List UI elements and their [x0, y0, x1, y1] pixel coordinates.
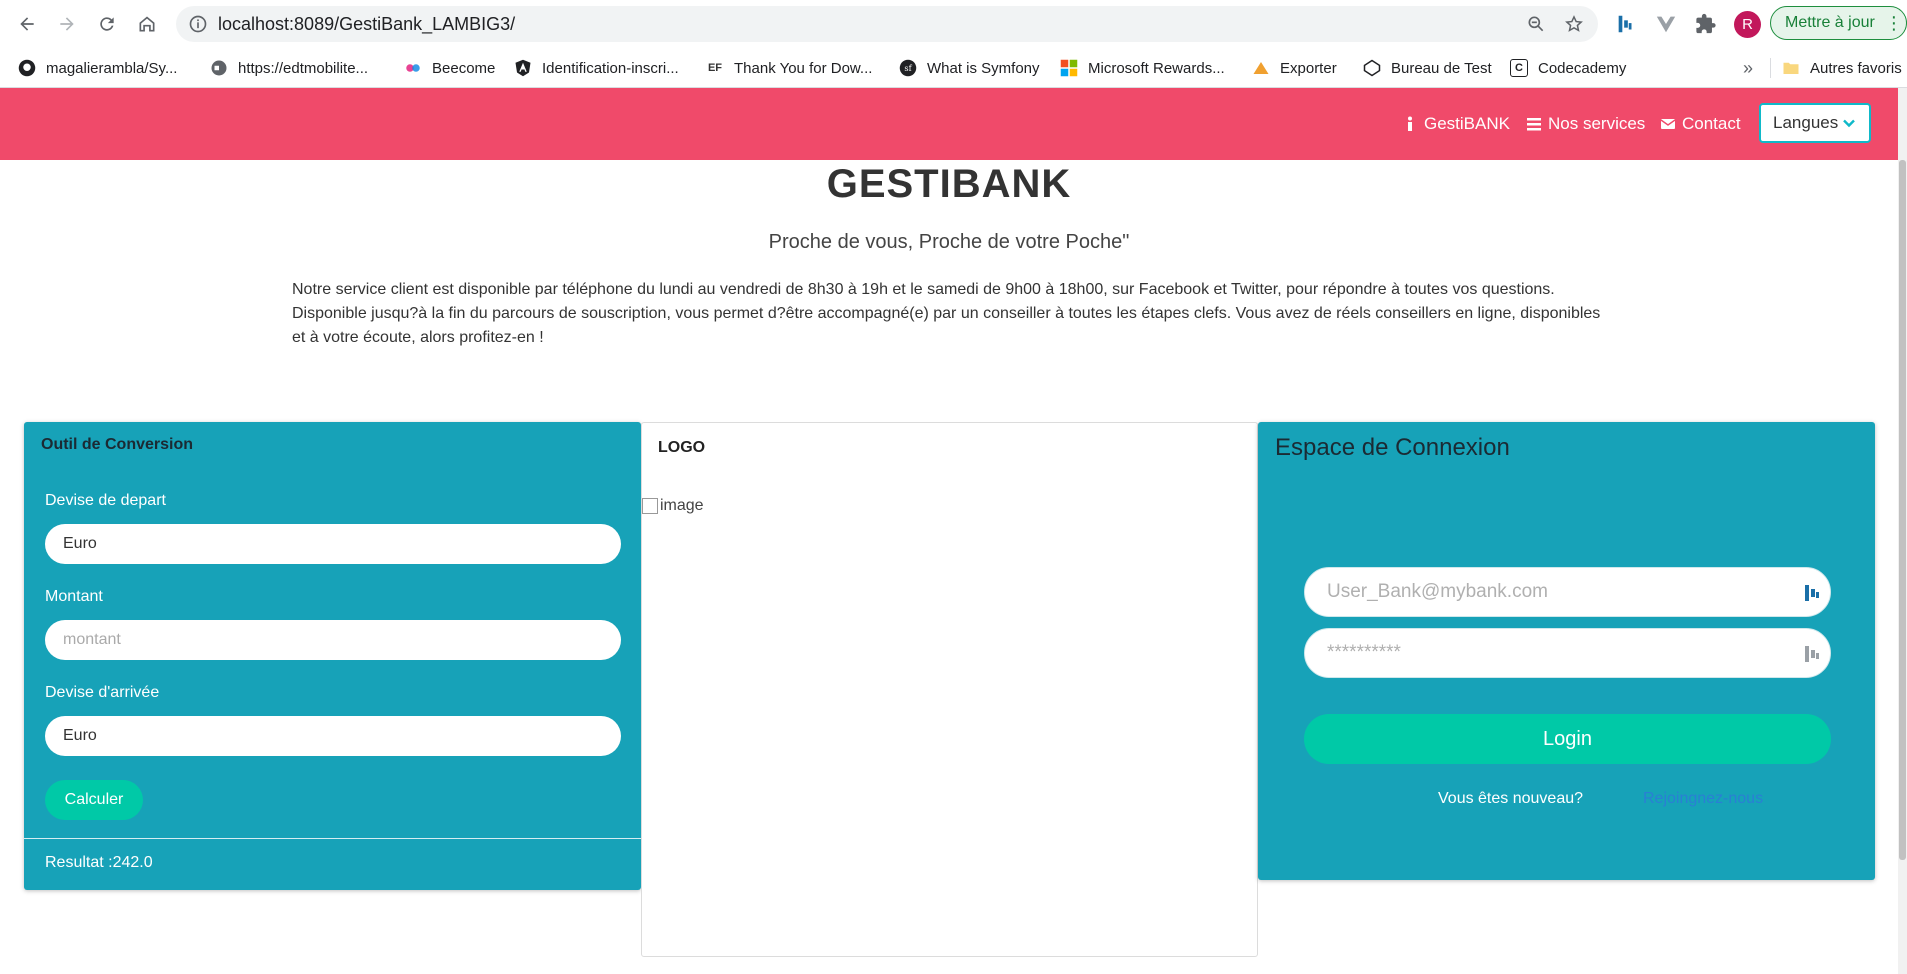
new-user-text: Vous êtes nouveau?: [1438, 790, 1584, 807]
beecome-icon: [404, 59, 422, 77]
bookmark-label: Identification-inscri...: [542, 59, 679, 77]
menu-dots-icon[interactable]: ⋮: [1885, 13, 1903, 34]
info-icon: [1408, 116, 1412, 131]
svg-text:sf: sf: [904, 63, 912, 73]
password-manager-icon[interactable]: [1804, 644, 1820, 664]
bookmark-item[interactable]: EF Thank You for Dow...: [706, 48, 872, 88]
amount-label: Montant: [45, 588, 103, 605]
site-navbar: GestiBANK Nos services Contact Langues: [0, 88, 1898, 160]
bookmark-label: Bureau de Test: [1391, 59, 1492, 77]
extensions-puzzle-icon[interactable]: [1694, 12, 1718, 36]
nav-link-services[interactable]: Nos services: [1526, 88, 1645, 160]
github-icon: [18, 59, 36, 77]
angular-icon: [514, 59, 532, 77]
bookmark-item[interactable]: https://edtmobilite...: [210, 48, 368, 88]
bookmark-label: Thank You for Dow...: [734, 59, 873, 77]
page-subtitle: Proche de vous, Proche de votre Poche": [768, 231, 1130, 253]
nav-link-label: Contact: [1682, 114, 1741, 133]
bookmark-label: What is Symfony: [927, 59, 1040, 77]
update-button-label: Mettre à jour: [1785, 14, 1875, 31]
amount-input[interactable]: montant: [45, 620, 621, 660]
list-icon: [1527, 118, 1541, 131]
back-icon[interactable]: [13, 10, 41, 38]
site-info-icon[interactable]: [188, 14, 208, 34]
image-alt-text: image: [660, 497, 704, 514]
url-text: localhost:8089/GestiBank_LAMBIG3/: [218, 14, 516, 34]
page-scrollbar-thumb[interactable]: [1899, 160, 1906, 860]
password-input[interactable]: **********: [1304, 628, 1831, 678]
from-currency-label: Devise de depart: [45, 492, 166, 509]
symfony-icon: sf: [899, 59, 917, 77]
email-input[interactable]: User_Bank@mybank.com: [1304, 567, 1831, 617]
logo-panel: LOGO image: [641, 422, 1258, 957]
update-button[interactable]: Mettre à jour ⋮: [1770, 6, 1907, 40]
bookmark-item[interactable]: Beecome: [404, 48, 495, 88]
bookmark-item[interactable]: Bureau de Test: [1363, 48, 1492, 88]
home-icon[interactable]: [133, 10, 161, 38]
language-dropdown-label: Langues: [1773, 113, 1839, 132]
globe-icon: [210, 59, 228, 77]
broken-image: image: [642, 497, 704, 515]
forward-icon[interactable]: [53, 10, 81, 38]
bookmark-label: magalierambla/Sy...: [46, 59, 178, 77]
bookmark-item[interactable]: magalierambla/Sy...: [18, 48, 177, 88]
to-currency-label: Devise d'arrivée: [45, 684, 160, 701]
to-currency-input[interactable]: Euro: [45, 716, 621, 756]
codepen-icon: [1363, 59, 1381, 77]
conversion-panel-title: Outil de Conversion: [41, 436, 194, 453]
join-link[interactable]: Rejoingnez-nous: [1643, 790, 1763, 808]
bookmark-label: Exporter: [1280, 59, 1337, 77]
profile-avatar[interactable]: R: [1734, 11, 1761, 38]
service-description: Notre service client est disponible par …: [292, 281, 1601, 346]
conversion-divider: [24, 838, 641, 839]
bookmark-star-icon[interactable]: [1564, 14, 1584, 34]
bookmarks-bar: magalierambla/Sy... https://edtmobilite.…: [0, 48, 1907, 88]
codecademy-icon: C: [1510, 59, 1528, 77]
bookmark-item[interactable]: sf What is Symfony: [899, 48, 1040, 88]
logo-panel-title: LOGO: [658, 439, 706, 456]
browser-toolbar: localhost:8089/GestiBank_LAMBIG3/ R Mett…: [0, 0, 1907, 48]
chevron-down-icon: [1843, 119, 1855, 128]
password-manager-icon[interactable]: [1804, 583, 1820, 603]
broken-image-icon: [642, 498, 658, 514]
password-placeholder: **********: [1327, 642, 1401, 663]
login-panel: Espace de Connexion User_Bank@mybank.com…: [1258, 422, 1875, 880]
address-bar[interactable]: localhost:8089/GestiBank_LAMBIG3/: [176, 6, 1598, 42]
bookmark-label: Codecademy: [1538, 59, 1627, 77]
page-title: GESTIBANK: [826, 162, 1072, 206]
other-favorites-folder[interactable]: Autres favoris: [1782, 48, 1902, 88]
envelope-icon: [1660, 119, 1676, 129]
zoom-icon[interactable]: [1526, 14, 1546, 34]
bookmark-item[interactable]: Exporter: [1252, 48, 1337, 88]
calculate-button[interactable]: Calculer: [45, 780, 143, 820]
nav-link-label: GestiBANK: [1424, 114, 1510, 133]
other-favorites-label: Autres favoris: [1810, 59, 1902, 77]
reload-icon[interactable]: [93, 10, 121, 38]
email-placeholder: User_Bank@mybank.com: [1327, 581, 1548, 602]
pma-icon: [1252, 59, 1270, 77]
ef-icon: EF: [707, 62, 723, 74]
bookmark-separator: [1770, 58, 1771, 78]
nav-link-contact[interactable]: Contact: [1660, 88, 1741, 160]
folder-icon: [1782, 59, 1800, 77]
nav-link-gestibank[interactable]: GestiBANK: [1402, 88, 1510, 160]
nav-link-label: Nos services: [1548, 114, 1646, 133]
bookmark-label: Beecome: [432, 59, 496, 77]
bookmark-item[interactable]: Microsoft Rewards...: [1060, 48, 1225, 88]
login-panel-title: Espace de Connexion: [1275, 434, 1510, 461]
extension-bars-icon[interactable]: [1614, 12, 1638, 36]
conversion-panel: Outil de Conversion Devise de depart Eur…: [24, 422, 641, 890]
conversion-result: Resultat :242.0: [45, 854, 153, 871]
bookmark-label: Microsoft Rewards...: [1088, 59, 1225, 77]
bookmark-label: https://edtmobilite...: [238, 59, 369, 77]
microsoft-icon: [1060, 59, 1078, 77]
from-currency-input[interactable]: Euro: [45, 524, 621, 564]
language-dropdown[interactable]: Langues: [1759, 103, 1871, 143]
vue-devtools-icon[interactable]: [1654, 12, 1678, 36]
login-button[interactable]: Login: [1304, 714, 1831, 764]
bookmark-item[interactable]: Identification-inscri...: [514, 48, 679, 88]
more-bookmarks-chevron-icon[interactable]: »: [1743, 48, 1753, 88]
bookmark-item[interactable]: C Codecademy: [1510, 48, 1626, 88]
